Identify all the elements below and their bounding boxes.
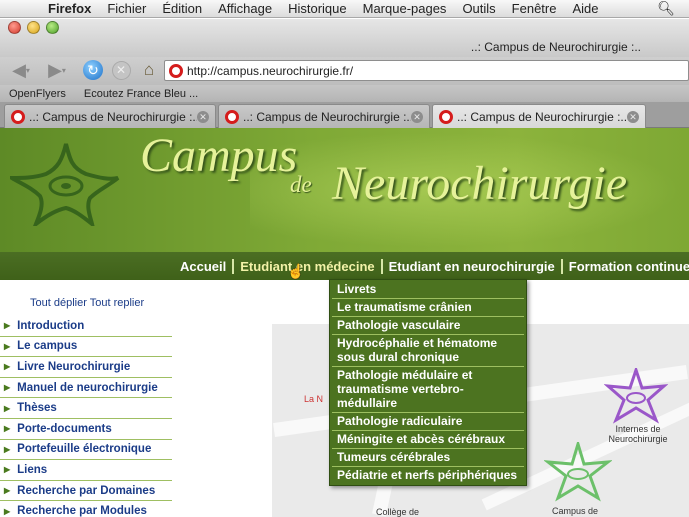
tab-1[interactable]: ..: Campus de Neurochirurgie :.. ✕	[4, 104, 216, 128]
reload-button[interactable]: ↻	[82, 59, 104, 81]
menu-outils[interactable]: Outils	[454, 1, 503, 16]
map-label-campus: Campus de	[552, 506, 599, 516]
bookmark-france-bleu[interactable]: Ecoutez France Bleu ...	[75, 88, 207, 100]
menu-fichier[interactable]: Fichier	[99, 1, 154, 16]
zoom-window-icon[interactable]	[46, 21, 59, 34]
sidebar-menu: ▶ Introduction ▶ Le campus ▶ Livre Neurochi…	[0, 316, 172, 517]
expand-collapse-links[interactable]: Tout déplier Tout replier	[30, 297, 144, 309]
site-main-nav: Accueil Etudiant en médecine Etudiant en…	[0, 252, 689, 280]
reload-icon: ↻	[83, 60, 103, 80]
sidebar-item-portefeuille[interactable]: ▶ Portefeuille électronique	[0, 440, 172, 461]
dropdown-item-pediatrie[interactable]: Pédiatrie et nerfs périphériques	[332, 467, 524, 484]
sidebar-item-recherche-domaines[interactable]: ▶ Recherche par Domaines	[0, 481, 172, 502]
back-arrow-icon[interactable]: ◀ ▾	[4, 59, 38, 81]
macos-menubar: Firefox Fichier Édition Affichage Histor…	[0, 0, 689, 18]
url-bar[interactable]: http://campus.neurochirurgie.fr/	[164, 60, 689, 81]
arrow-right-icon: ▶	[4, 383, 11, 393]
dropdown-item-tumeurs[interactable]: Tumeurs cérébrales	[332, 449, 524, 467]
bookmark-openflyers[interactable]: OpenFlyers	[0, 88, 75, 100]
arrow-right-icon: ▶	[4, 362, 11, 372]
menu-fenetre[interactable]: Fenêtre	[504, 1, 565, 16]
url-text: http://campus.neurochirurgie.fr/	[187, 63, 354, 78]
site-title-campus: Campus	[140, 129, 298, 182]
tab-close-icon[interactable]: ✕	[197, 110, 209, 123]
forward-arrow-icon[interactable]: ▶ ▾	[40, 59, 74, 81]
arrow-right-icon: ▶	[4, 341, 11, 351]
map-label-la-n: La N	[304, 394, 324, 404]
dropdown-item-pathologie-radiculaire[interactable]: Pathologie radiculaire	[332, 413, 524, 431]
tab-favicon-icon	[439, 109, 453, 124]
tab-3-active[interactable]: ..: Campus de Neurochirurgie :.. ✕	[432, 104, 646, 128]
sidebar-item-recherche-modules[interactable]: ▶ Recherche par Modules	[0, 501, 172, 517]
window-controls	[8, 21, 59, 34]
spotlight-search-icon[interactable]: 🔍︎	[657, 0, 675, 17]
arrow-right-icon: ▶	[4, 321, 11, 331]
sidebar-item-introduction[interactable]: ▶ Introduction	[0, 316, 172, 337]
menu-historique[interactable]: Historique	[280, 1, 355, 16]
sidebar-item-manuel[interactable]: ▶ Manuel de neurochirurgie	[0, 378, 172, 399]
dropdown-item-hydrocephalie[interactable]: Hydrocéphalie et hématome sous dural chr…	[332, 335, 524, 367]
arrow-right-icon: ▶	[4, 465, 11, 475]
map-label-college: Collège de	[376, 507, 420, 517]
stop-icon: ✕	[111, 60, 131, 80]
dropdown-item-pathologie-medulaire[interactable]: Pathologie médulaire et traumatisme vert…	[332, 367, 524, 413]
menu-marque-pages[interactable]: Marque-pages	[355, 1, 455, 16]
minimize-window-icon[interactable]	[27, 21, 40, 34]
tab-strip: ..: Campus de Neurochirurgie :.. ✕ ..: C…	[0, 102, 689, 128]
dropdown-item-pathologie-vasculaire[interactable]: Pathologie vasculaire	[332, 317, 524, 335]
window-title: ..: Campus de Neurochirurgie :..	[470, 40, 641, 54]
tab-close-icon[interactable]: ✕	[627, 110, 639, 123]
nav-etudiant-neurochirurgie[interactable]: Etudiant en neurochirurgie	[380, 258, 561, 274]
tab-label: ..: Campus de Neurochirurgie :..	[29, 109, 197, 124]
tab-label: ..: Campus de Neurochirurgie :..	[243, 109, 411, 124]
neuron-logo-icon	[10, 143, 120, 226]
menu-edition[interactable]: Édition	[154, 1, 210, 16]
arrow-right-icon: ▶	[4, 444, 11, 454]
arrow-right-icon: ▶	[4, 506, 11, 516]
tab-2[interactable]: ..: Campus de Neurochirurgie :.. ✕	[218, 104, 430, 128]
site-title-de: de	[290, 172, 312, 197]
site-title-neurochirurgie: Neurochirurgie	[332, 157, 628, 210]
home-icon[interactable]: ⌂	[138, 59, 160, 81]
map-label-internes: Internes de Neurochirurgie	[608, 424, 668, 444]
sidebar-item-le-campus[interactable]: ▶ Le campus	[0, 337, 172, 358]
site-banner: Campus de Neurochirurgie	[0, 128, 689, 252]
sidebar-item-liens[interactable]: ▶ Liens	[0, 460, 172, 481]
nav-etudiant-medecine[interactable]: Etudiant en médecine	[232, 258, 380, 274]
tab-label: ..: Campus de Neurochirurgie :..	[457, 109, 627, 124]
arrow-right-icon: ▶	[4, 424, 11, 434]
dropdown-item-livrets[interactable]: Livrets	[332, 281, 524, 299]
close-window-icon[interactable]	[8, 21, 21, 34]
menu-app-firefox[interactable]: Firefox	[40, 1, 99, 16]
sidebar-item-livre-neurochirurgie[interactable]: ▶ Livre Neurochirurgie	[0, 357, 172, 378]
nav-dropdown-etudiant-medecine: Livrets Le traumatisme crânien Pathologi…	[329, 279, 527, 486]
sidebar-item-theses[interactable]: ▶ Thèses	[0, 398, 172, 419]
internes-star-icon	[604, 368, 668, 424]
nav-formation-continue[interactable]: Formation continue	[560, 258, 689, 274]
arrow-right-icon: ▶	[4, 486, 11, 496]
campus-star-icon	[544, 442, 612, 502]
arrow-right-icon: ▶	[4, 403, 11, 413]
site-favicon-icon	[169, 63, 183, 78]
bookmarks-bar: OpenFlyers Ecoutez France Bleu ...	[0, 85, 689, 102]
navigation-toolbar: ◀ ▾ ▶ ▾ ↻ ✕ ⌂ http://campus.neurochirurgie…	[0, 57, 689, 85]
dropdown-item-meningite[interactable]: Méningite et abcès cérébraux	[332, 431, 524, 449]
pointer-cursor-icon: ☝	[287, 263, 305, 279]
tab-close-icon[interactable]: ✕	[411, 110, 423, 123]
sidebar-item-porte-documents[interactable]: ▶ Porte-documents	[0, 419, 172, 440]
dropdown-item-traumatisme-cranien[interactable]: Le traumatisme crânien	[332, 299, 524, 317]
tab-favicon-icon	[225, 109, 239, 124]
menu-aide[interactable]: Aide	[564, 1, 606, 16]
menu-affichage[interactable]: Affichage	[210, 1, 280, 16]
stop-button[interactable]: ✕	[110, 59, 132, 81]
nav-accueil[interactable]: Accueil	[174, 259, 232, 274]
tab-favicon-icon	[11, 109, 25, 124]
